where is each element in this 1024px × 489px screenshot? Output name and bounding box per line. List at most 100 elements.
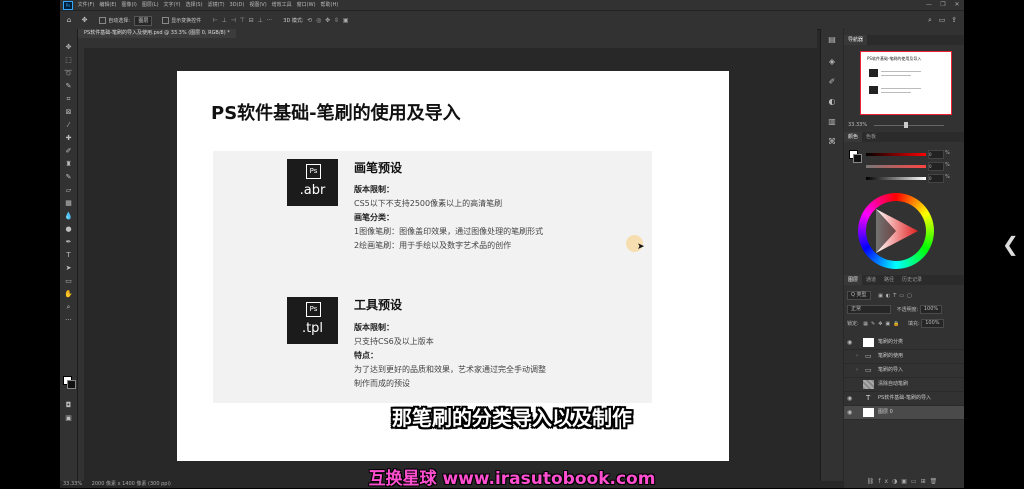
gradient-tool-icon[interactable]: ▦ [60,199,77,208]
opacity-field[interactable]: 100% [919,305,943,314]
align-bottom-icon[interactable]: ⊥ [256,12,265,30]
expand-arrow-icon[interactable]: › [856,364,858,377]
color-triangle[interactable] [866,201,926,261]
fill-field[interactable]: 100% [921,319,944,328]
tab-color[interactable]: 颜色 [844,132,863,142]
tab-layers[interactable]: 图层 [844,275,863,285]
3d-pan-icon[interactable]: ✥ [323,12,332,30]
menu-item[interactable]: 3D(D) [230,0,245,10]
align-middle-icon[interactable]: ⊟ [247,12,256,30]
clone-stamp-tool-icon[interactable]: ♜ [60,160,77,169]
search-icon[interactable]: ⌕ [924,11,936,29]
background-color-swatch[interactable] [853,154,862,163]
color-wheel[interactable] [858,193,934,269]
tab-channels[interactable]: 通道 [862,275,880,285]
menu-item[interactable]: 编辑(E) [99,0,116,10]
type-tool-icon[interactable]: T [60,251,77,260]
history-brush-tool-icon[interactable]: ✎ [60,173,77,182]
marquee-tool-icon[interactable]: ⬚ [60,56,77,65]
pen-tool-icon[interactable]: ✒ [60,238,77,247]
tab-swatches[interactable]: 色板 [862,132,880,142]
zoom-tool-icon[interactable]: ⌕ [60,303,77,312]
navigator-thumbnail[interactable]: PS软件基础-笔刷的使用及导入 [860,51,952,115]
workspace-icon[interactable]: ▭ [936,11,948,29]
more-options-icon[interactable]: ··· [265,12,274,30]
healing-brush-tool-icon[interactable]: ✚ [60,134,77,143]
tab-paths[interactable]: 路径 [880,275,898,285]
align-center-icon[interactable]: ⊥ [220,12,229,30]
rectangle-tool-icon[interactable]: ▭ [60,277,77,286]
lock-icons[interactable]: ▦✎✥▣🔒 [863,321,902,327]
dodge-tool-icon[interactable]: ● [60,225,77,234]
slider-value[interactable]: 0 [928,174,944,183]
layer-row[interactable]: › ▭ 笔刷的导入 [844,364,964,378]
3d-roll-icon[interactable]: ◎ [314,12,323,30]
auto-select-dropdown[interactable]: 图层 [134,15,153,26]
properties-panel-icon[interactable]: ◈ [821,57,843,66]
blend-mode-dropdown[interactable]: 正常 [847,305,891,314]
layer-kind-filter[interactable]: Q 类型 [847,291,871,300]
document-tab[interactable]: PS软件基础-笔刷的导入及使用.psd @ 33.3% (图层 0, RGB/8… [78,29,236,38]
share-icon[interactable]: ⇪ [948,11,960,29]
libraries-icon[interactable]: ▥ [821,117,843,126]
menu-item[interactable]: 文字(Y) [164,0,181,10]
color-slider-2[interactable]: 0 % [866,162,950,171]
align-right-icon[interactable]: ⊣ [229,12,238,30]
eraser-tool-icon[interactable]: ▱ [60,186,77,195]
expand-arrow-icon[interactable]: › [856,350,858,363]
show-transform-label: 显示变换控件 [171,18,202,24]
crop-tool-icon[interactable]: ⌗ [60,95,77,104]
path-select-tool-icon[interactable]: ➤ [60,264,77,273]
menu-item[interactable]: 文件(F) [78,0,95,10]
brush-settings-icon[interactable]: ✐ [821,77,843,86]
zoom-slider-knob[interactable] [904,122,908,128]
blur-tool-icon[interactable]: 💧 [60,212,77,221]
menu-item[interactable]: 帮助(H) [321,0,339,10]
move-tool-icon[interactable]: ✥ [80,11,90,29]
align-left-icon[interactable]: ⊢ [211,12,220,30]
auto-select-checkbox[interactable] [99,17,107,24]
hand-tool-icon[interactable]: ✋ [60,290,77,299]
chevron-left-icon[interactable]: ❮ [1002,232,1019,256]
close-icon[interactable]: ✕ [950,0,964,10]
background-color-swatch[interactable] [67,380,76,389]
history-panel-icon[interactable]: ▤ [821,35,843,44]
menu-item[interactable]: 窗口(W) [297,0,316,10]
3d-rotate-icon[interactable]: ⟲ [305,12,314,30]
eyedropper-tool-icon[interactable]: ⁄ [60,121,77,130]
slider-value[interactable]: 0 [928,162,944,171]
section-line: 特点： [354,351,378,360]
maximize-icon[interactable]: ❐ [936,0,950,10]
minimize-icon[interactable]: — [922,0,936,10]
layer-row[interactable]: › ▭ 笔刷的使用 [844,350,964,364]
frame-tool-icon[interactable]: ⊠ [60,108,77,117]
show-transform-checkbox[interactable] [162,17,170,24]
more-tools-icon[interactable]: ··· [60,316,77,325]
menu-item[interactable]: 滤镜(T) [208,0,225,10]
align-top-icon[interactable]: ⊤ [238,12,247,30]
menu-item[interactable]: 选择(S) [185,0,202,10]
eye-icon[interactable]: ◉ [847,336,852,349]
menu-item[interactable]: 图层(L) [142,0,159,10]
brush-tool-icon[interactable]: ✐ [60,147,77,156]
menu-item[interactable]: 图像(I) [121,0,136,10]
lasso-tool-icon[interactable]: ➰ [60,69,77,78]
tab-navigator[interactable]: 导航器 [844,35,868,45]
3d-slide-icon[interactable]: ⇳ [332,12,341,30]
tab-history[interactable]: 历史记录 [898,275,926,285]
menu-item[interactable]: 增效工具 [272,0,292,10]
layer-filter-icons[interactable]: ▣◐T▭▢ [878,293,915,299]
color-slider-1[interactable]: 0 % [866,150,950,159]
3d-scale-icon[interactable]: ▣ [341,12,350,30]
slider-value[interactable]: 0 [928,150,944,159]
quick-select-tool-icon[interactable]: ✎ [60,82,77,91]
menu-item[interactable]: 视图(V) [249,0,266,10]
layer-row[interactable]: ◉ 笔刷的分类 [844,336,964,350]
color-slider-3[interactable]: 0 % [866,174,950,183]
navigator-zoom-value[interactable]: 33.33% [848,122,867,128]
adjustments-icon[interactable]: ◐ [821,97,843,106]
layer-row[interactable]: 清除自动笔刷 [844,378,964,392]
home-icon[interactable]: ⌂ [64,11,74,29]
paths-icon[interactable]: ⌘ [821,137,843,146]
move-tool-icon[interactable]: ✥ [60,43,77,52]
